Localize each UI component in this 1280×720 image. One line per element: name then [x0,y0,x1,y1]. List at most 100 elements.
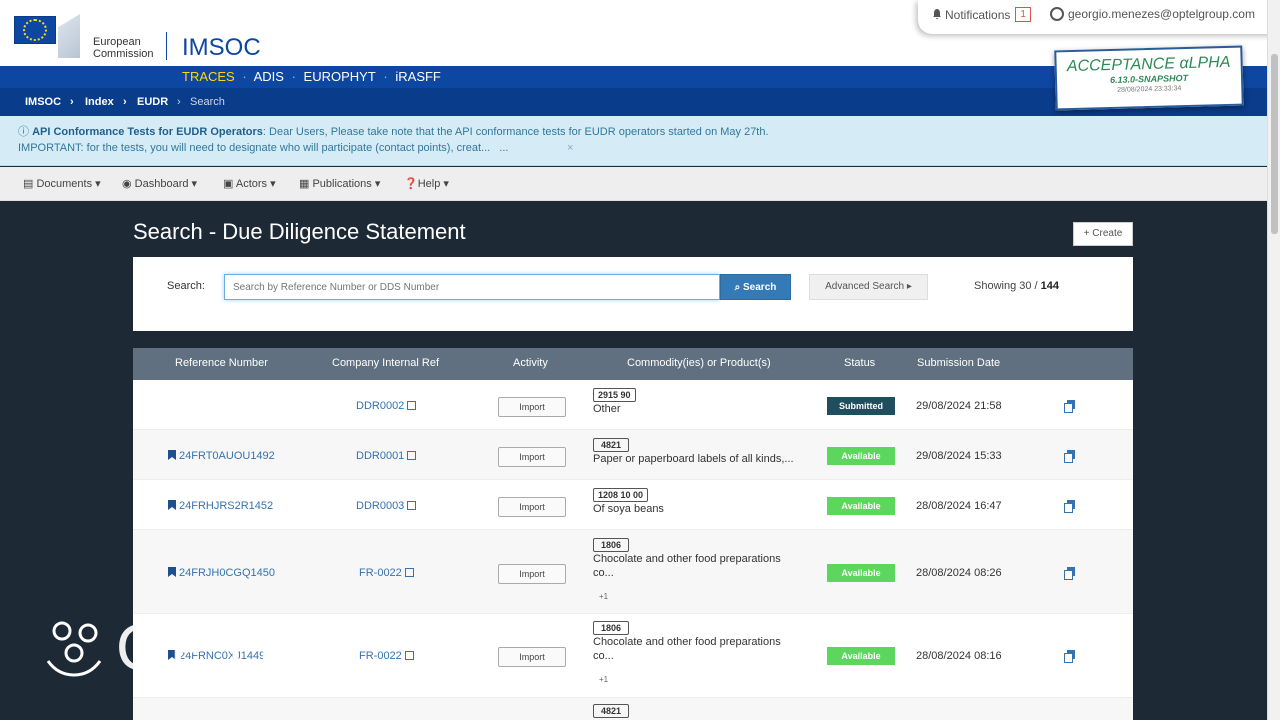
internal-ref-text: DDR0003 [356,500,405,512]
edit-icon[interactable] [404,651,414,660]
banner-text-2: IMPORTANT: for the tests, you will need … [18,142,491,154]
create-button[interactable]: + Create [1073,222,1133,246]
menu-documents-label: Documents [36,178,93,190]
activity-button[interactable]: Import [498,497,566,517]
commodity-cell: 1806 Chocolate and other food preparatio… [593,538,781,601]
menu-documents[interactable]: ▤ Documents ▾ [23,177,101,190]
more-commodities-link[interactable]: +1 [599,675,781,684]
table-row[interactable]: 24FRT0AUOU1492 DDR0001 Import 4821 Paper… [133,430,1133,480]
app-link-europhyt[interactable]: EUROPHYT [304,69,376,84]
menu-dashboard[interactable]: ◉ Dashboard ▾ [122,177,197,190]
commission-building-logo [58,14,80,58]
column-submission-date[interactable]: Submission Date [917,357,1000,369]
menu-help[interactable]: ❓Help ▾ [404,177,449,190]
banner-text-1: : Dear Users, Please take note that the … [262,126,769,138]
copy-icon[interactable] [1064,450,1076,463]
banner-more-link[interactable]: ... [499,142,508,154]
commodity-description-more: co... [593,650,614,662]
menu-actors[interactable]: ▣ Actors ▾ [223,177,276,190]
submission-date: 28/08/2024 08:16 [916,650,1002,662]
activity-button[interactable]: Import [498,647,566,667]
edit-icon[interactable] [407,501,417,510]
reference-link[interactable]: 24FRHJRS2R1452 [168,500,273,512]
internal-ref-link[interactable]: DDR0001 [356,450,417,462]
advanced-search-button[interactable]: Advanced Search ▸ [809,274,928,300]
org-line-1: European [93,36,141,48]
table-row[interactable]: 24FRHJRS2R1452 DDR0003 Import 1208 10 00… [133,480,1133,530]
activity-button[interactable]: Import [498,564,566,584]
column-commodities[interactable]: Commodity(ies) or Product(s) [627,357,771,369]
commodity-cell: 4821 [593,704,629,718]
eu-flag-logo [14,16,56,44]
breadcrumb-index[interactable]: Index [85,96,114,108]
org-name: European Commission [93,36,154,60]
copy-icon[interactable] [1064,567,1076,580]
scrollbar-thumb[interactable] [1271,54,1278,234]
table-row[interactable]: 4821 [133,698,1133,720]
internal-ref-link[interactable]: FR-0022 [359,567,414,579]
user-menu[interactable]: georgio.menezes@optelgroup.com [1050,7,1255,21]
hs-code-badge: 4821 [593,438,629,452]
table-row[interactable]: 24FRJH0CGQ1450 FR-0022 Import 1806 Choco… [133,530,1133,614]
page-scrollbar[interactable] [1267,0,1280,720]
copy-icon[interactable] [1064,400,1076,413]
banner-close-icon[interactable]: × [567,140,573,156]
bookmark-icon [168,450,176,460]
commodity-cell: 2915 90 Other [593,388,636,416]
status-badge: Available [827,647,895,665]
chevron-right-icon: › [177,96,181,108]
apps-list: TRACES · ADIS · EUROPHYT · iRASFF [182,69,441,84]
search-button[interactable]: ⌕ Search [720,274,791,300]
main-menu: ▤ Documents ▾ ◉ Dashboard ▾ ▣ Actors ▾ ▦… [0,167,1270,201]
app-title[interactable]: IMSOC [182,34,261,62]
breadcrumb-eudr[interactable]: EUDR [137,96,168,108]
status-badge: Submitted [827,397,895,415]
hs-code-badge: 1806 [593,621,629,635]
column-activity[interactable]: Activity [513,357,548,369]
app-link-irasff[interactable]: iRASFF [395,69,441,84]
edit-icon[interactable] [407,401,417,410]
copy-icon[interactable] [1064,650,1076,663]
status-badge: Available [827,447,895,465]
app-link-adis[interactable]: ADIS [254,69,284,84]
column-status[interactable]: Status [844,357,875,369]
dashboard-icon: ◉ [122,178,132,190]
table-row[interactable]: DDR0002 Import 2915 90 Other Submitted 2… [133,380,1133,430]
search-panel: Search: ⌕ Search Advanced Search ▸ Showi… [133,257,1133,331]
internal-ref-link[interactable]: FR-0022 [359,650,414,662]
reference-link[interactable]: 24FRJH0CGQ1450 [168,567,275,579]
optel-watermark-text: OPTEL [116,610,343,684]
activity-button[interactable]: Import [498,447,566,467]
reference-number: 24FRJH0CGQ1450 [179,567,275,579]
advanced-search-label: Advanced Search [825,281,905,292]
submission-date: 28/08/2024 08:26 [916,567,1002,579]
optel-gears-logo [46,621,102,677]
edit-icon[interactable] [404,568,414,577]
submission-date: 28/08/2024 16:47 [916,500,1002,512]
edit-icon[interactable] [407,451,417,460]
notifications-button[interactable]: Notifications 1 [932,7,1031,22]
internal-ref-link[interactable]: DDR0003 [356,500,417,512]
breadcrumb-imsoc[interactable]: IMSOC [25,96,61,108]
column-company-internal-ref[interactable]: Company Internal Ref [332,357,439,369]
internal-ref-text: FR-0022 [359,567,402,579]
search-input[interactable] [224,274,720,300]
notifications-count-badge: 1 [1015,7,1031,22]
bookmark-icon [168,500,176,510]
org-line-2: Commission [93,48,154,60]
commodity-description: Other [593,403,621,415]
copy-icon[interactable] [1064,500,1076,513]
internal-ref-link[interactable]: DDR0002 [356,400,417,412]
table-header: Reference Number Company Internal Ref Ac… [133,348,1133,380]
more-commodities-link[interactable]: +1 [599,592,781,601]
activity-button[interactable]: Import [498,397,566,417]
app-link-traces[interactable]: TRACES [182,69,235,84]
status-badge: Available [827,497,895,515]
caret-right-icon: ▸ [906,281,912,292]
reference-link[interactable]: 24FRT0AUOU1492 [168,450,275,462]
menu-actors-label: Actors [235,178,268,190]
column-reference-number[interactable]: Reference Number [175,357,268,369]
menu-help-label: Help [417,178,441,190]
menu-publications[interactable]: ▦ Publications ▾ [299,177,380,190]
banner-title[interactable]: API Conformance Tests for EUDR Operators [32,126,263,138]
